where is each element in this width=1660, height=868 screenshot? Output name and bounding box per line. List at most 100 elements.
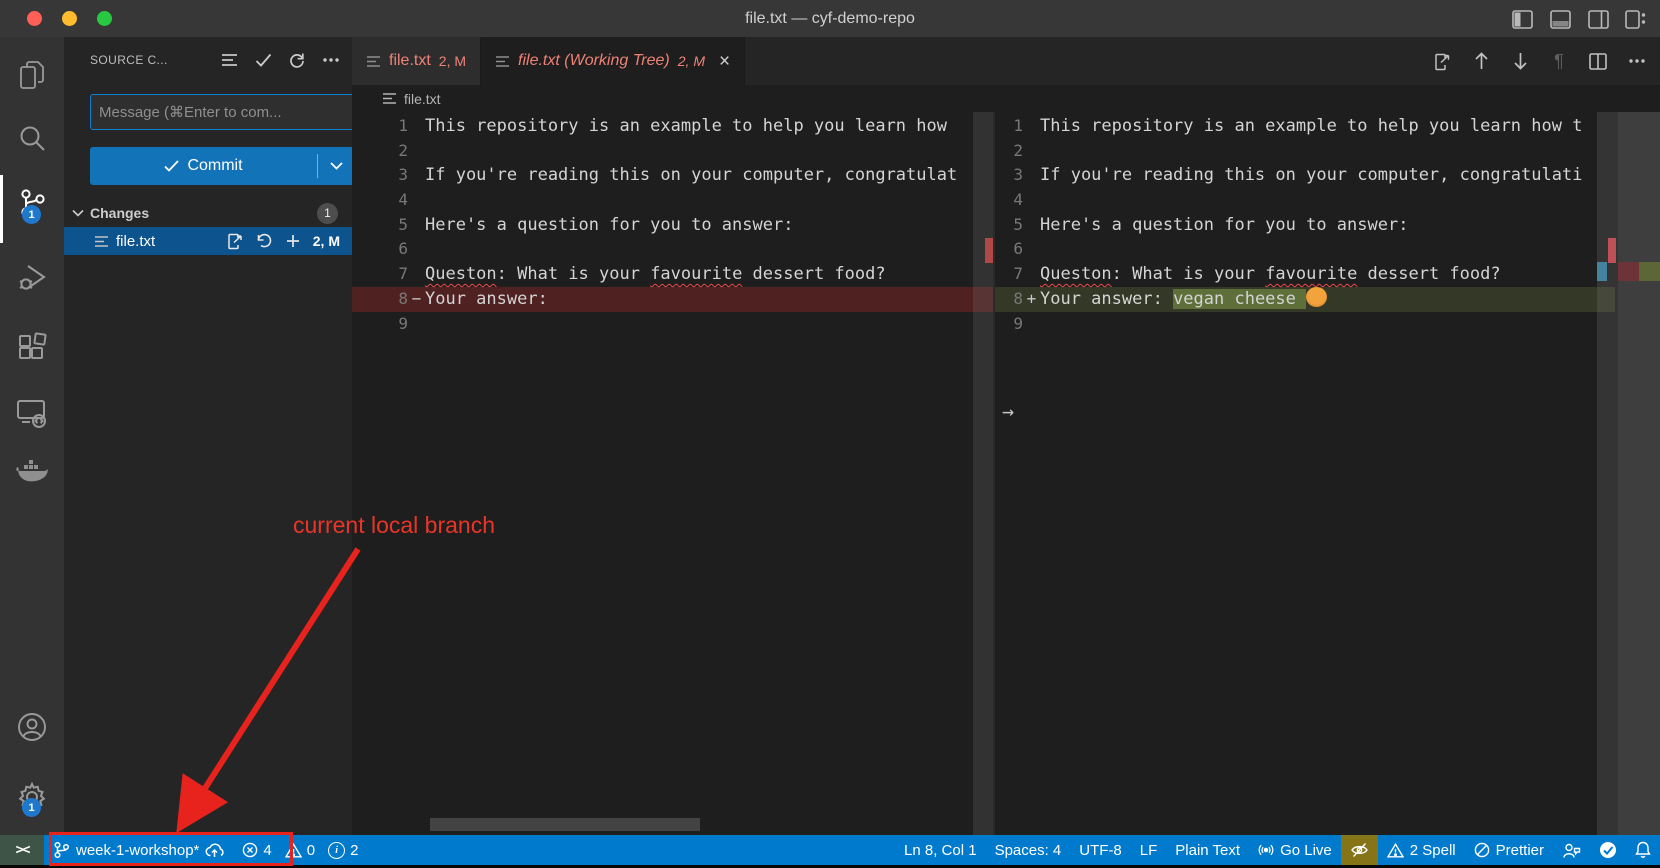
previous-change-icon[interactable] (1470, 49, 1492, 73)
notifications-item[interactable] (1626, 835, 1660, 865)
refresh-icon[interactable] (286, 49, 308, 71)
sidebar-title: SOURCE C... (90, 53, 168, 67)
warning-icon (285, 843, 302, 858)
encoding-item[interactable]: UTF-8 (1070, 835, 1131, 865)
docker-icon (15, 457, 49, 485)
diff-overview-ruler (1618, 112, 1660, 835)
error-count: 4 (263, 842, 271, 859)
line-number: 1 (352, 114, 408, 139)
discard-changes-icon[interactable] (255, 232, 273, 250)
code-line[interactable]: 5Here's a question for you to answer: (995, 213, 1615, 238)
line-content: If you're reading this on your computer,… (425, 163, 957, 188)
line-content: Here's a question for you to answer: (425, 213, 793, 238)
sidebar-item-remote-explorer[interactable] (0, 389, 64, 437)
diff-marker (408, 262, 425, 287)
code-line[interactable]: 7Queston: What is your favourite dessert… (995, 262, 1615, 287)
run-debug-icon (16, 261, 48, 293)
sidebar-item-search[interactable] (0, 115, 64, 163)
customize-layout-icon[interactable] (1624, 7, 1648, 31)
check-circle-icon (1599, 841, 1617, 859)
toggle-sidebar-icon[interactable] (1510, 7, 1534, 31)
diff-marker (1023, 213, 1040, 238)
line-number: 9 (995, 312, 1023, 337)
close-tab-icon[interactable]: × (719, 52, 730, 71)
cursor-position-item[interactable]: Ln 8, Col 1 (895, 835, 986, 865)
sidebar-item-source-control[interactable]: 1 (0, 179, 64, 227)
indentation-item[interactable]: Spaces: 4 (986, 835, 1071, 865)
deleted-overview-mark (1608, 238, 1616, 263)
tab-file-txt[interactable]: file.txt 2, M (352, 37, 481, 85)
branch-status-item[interactable]: week-1-workshop* (44, 835, 233, 865)
horizontal-scrollbar[interactable] (430, 818, 700, 831)
line-content: Here's a question for you to answer: (1040, 213, 1408, 238)
code-line[interactable]: 2 (995, 139, 1615, 164)
remote-explorer-icon (16, 398, 48, 428)
tab-bar: file.txt 2, M file.txt (Working Tree) 2,… (352, 37, 1660, 85)
code-line[interactable]: 9 (352, 312, 993, 337)
line-content: Your answer: (425, 287, 548, 312)
toggle-panel-icon[interactable] (1548, 7, 1572, 31)
commit-button[interactable]: Commit (90, 147, 354, 185)
remote-indicator[interactable]: >< (0, 835, 44, 865)
sidebar-item-explorer[interactable] (0, 51, 64, 99)
file-decoration: 2, M (313, 233, 340, 249)
split-editor-icon[interactable] (1587, 49, 1609, 73)
changed-file-row[interactable]: file.txt 2, M (64, 227, 352, 255)
sidebar-item-extensions[interactable] (0, 323, 64, 371)
go-live-item[interactable]: Go Live (1249, 835, 1341, 865)
open-file-icon[interactable] (226, 232, 244, 250)
code-line[interactable]: 1This repository is an example to help y… (352, 114, 993, 139)
left-pane-scrollbar[interactable] (973, 112, 993, 835)
code-line[interactable]: 4 (995, 188, 1615, 213)
tab-decoration: 2, M (678, 53, 705, 69)
prettier-item[interactable]: Prettier (1465, 835, 1553, 865)
right-pane-scrollbar[interactable] (1597, 112, 1618, 835)
sidebar-item-settings[interactable]: 1 (0, 773, 64, 821)
code-line[interactable]: 8+Your answer: vegan cheese 🥮 (995, 287, 1615, 312)
stage-changes-icon[interactable] (284, 232, 302, 250)
warning-icon (1387, 843, 1404, 858)
changes-section-header[interactable]: Changes 1 (64, 199, 352, 227)
more-actions-icon[interactable] (1626, 49, 1648, 73)
code-line[interactable]: 9 (995, 312, 1615, 337)
feedback-item[interactable] (1553, 835, 1590, 865)
ready-check-item[interactable] (1590, 835, 1626, 865)
code-line[interactable]: 8−Your answer: (352, 287, 993, 312)
code-line[interactable]: 3If you're reading this on your computer… (352, 163, 993, 188)
commit-dropdown-button[interactable] (318, 162, 354, 170)
tab-file-txt-working-tree[interactable]: file.txt (Working Tree) 2, M × (481, 37, 745, 85)
code-line[interactable]: 3If you're reading this on your computer… (995, 163, 1615, 188)
problems-status-item[interactable]: 4 0 i 2 (233, 835, 367, 865)
breadcrumb[interactable]: file.txt (352, 85, 1660, 112)
show-whitespace-icon[interactable]: ¶ (1548, 49, 1570, 73)
more-actions-icon[interactable] (320, 49, 342, 71)
line-content: Queston: What is your favourite dessert … (1040, 262, 1501, 287)
code-line[interactable]: 2 (352, 139, 993, 164)
diff-modified-pane[interactable]: 1This repository is an example to help y… (995, 112, 1660, 835)
search-icon (17, 124, 47, 154)
eol-item[interactable]: LF (1131, 835, 1167, 865)
sidebar-item-run-debug[interactable] (0, 253, 64, 301)
code-line[interactable]: 1This repository is an example to help y… (995, 114, 1615, 139)
toggle-secondary-sidebar-icon[interactable] (1586, 7, 1610, 31)
diff-original-pane[interactable]: 1This repository is an example to help y… (352, 112, 993, 835)
line-number: 4 (995, 188, 1023, 213)
view-as-list-icon[interactable] (218, 49, 240, 71)
open-changed-file-icon[interactable] (1431, 49, 1453, 73)
commit-check-icon[interactable] (252, 49, 274, 71)
language-mode-item[interactable]: Plain Text (1166, 835, 1249, 865)
next-change-icon[interactable] (1509, 49, 1531, 73)
code-line[interactable]: 4 (352, 188, 993, 213)
code-line[interactable]: 5Here's a question for you to answer: (352, 213, 993, 238)
commit-message-input[interactable] (90, 94, 354, 130)
sidebar-item-docker[interactable] (0, 447, 64, 495)
spell-checker-item[interactable]: 2 Spell (1378, 835, 1465, 865)
sidebar-item-accounts[interactable] (0, 703, 64, 751)
code-line[interactable]: 6 (995, 237, 1615, 262)
code-line[interactable]: 7Queston: What is your favourite dessert… (352, 262, 993, 287)
line-number: 6 (995, 237, 1023, 262)
code-line[interactable]: 6 (352, 237, 993, 262)
remote-icon: >< (16, 842, 29, 858)
account-icon (16, 711, 48, 743)
spell-watch-disabled-item[interactable] (1341, 835, 1378, 865)
